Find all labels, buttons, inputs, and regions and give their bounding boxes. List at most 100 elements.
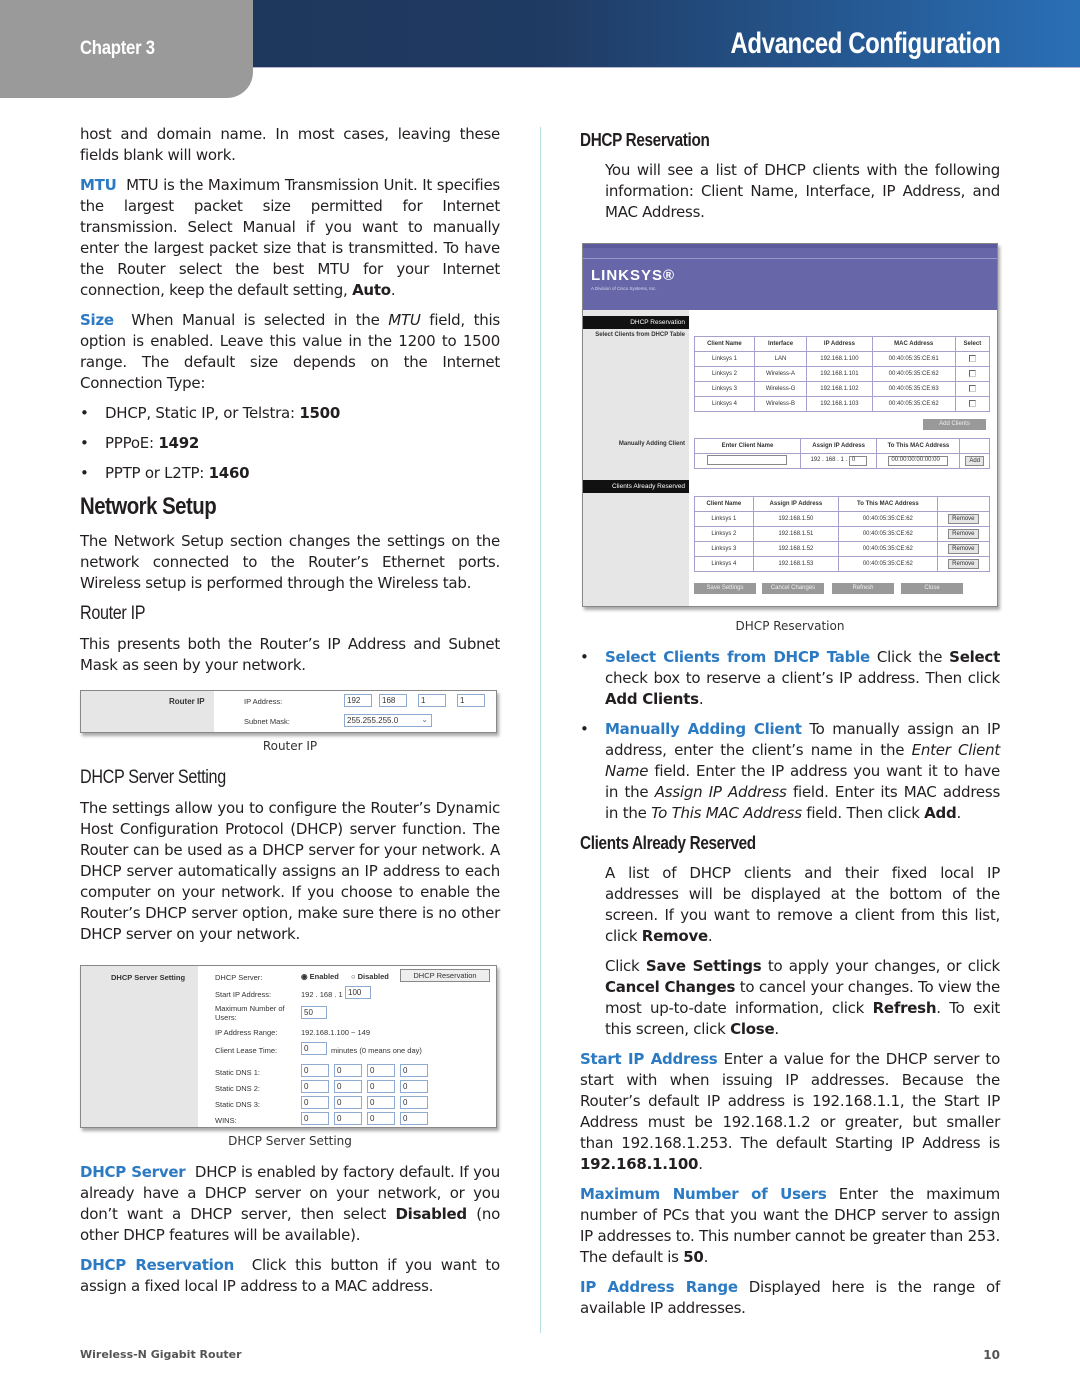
size-paragraph: Size When Manual is selected in the MTU … <box>80 311 500 392</box>
dhcp-server-setting-screenshot: DHCP Server Setting DHCP Server: ◉ Enabl… <box>80 965 497 1128</box>
list-item: DHCP, Static IP, or Telstra: 1500 <box>80 403 500 424</box>
clients-reserved-p2: Click Save Settings to apply your change… <box>605 957 1000 1038</box>
dhcp-reservation-paragraph: DHCP Reservation Click this button if yo… <box>80 1256 500 1295</box>
dns-label: WINS: <box>215 1116 237 1125</box>
enabled-radio[interactable]: ◉ Enabled <box>301 972 339 981</box>
left-column: host and domain name. In most cases, lea… <box>80 124 500 1306</box>
cancel-changes-button[interactable]: Cancel Changes <box>762 583 824 594</box>
select-checkbox[interactable] <box>968 354 976 362</box>
mtu-term: MTU <box>80 176 117 194</box>
dns-octet-input[interactable]: 0 <box>400 1080 428 1093</box>
column-header: Client Name <box>694 496 754 512</box>
max-users-label: Maximum Number of Users: <box>215 1004 285 1022</box>
select-checkbox[interactable] <box>968 384 976 392</box>
lease-time-unit: minutes (0 means one day) <box>331 1046 422 1055</box>
dns-octet-input[interactable]: 0 <box>334 1096 362 1109</box>
dns-label: Static DNS 1: <box>215 1068 261 1077</box>
start-ip-term: Start IP Address <box>580 1050 718 1068</box>
remove-button[interactable]: Remove <box>948 514 979 524</box>
dns-octet-input[interactable]: 0 <box>367 1064 395 1077</box>
right-column: DHCP Reservation You will see a list of … <box>580 124 1000 1328</box>
dns-octet-input[interactable]: 0 <box>301 1064 329 1077</box>
dns-octet-input[interactable]: 0 <box>301 1080 329 1093</box>
table-row: Linksys 2 192.168.1.51 00:40:05:35:CE:62 Re… <box>694 526 991 542</box>
table-cell: 192.168.1.52 <box>752 541 840 557</box>
ip-octet-1[interactable]: 192 <box>344 694 372 707</box>
ip-octet-3[interactable]: 1 <box>418 694 446 707</box>
table-cell: Linksys 4 <box>694 396 755 412</box>
add-button[interactable]: Add <box>965 456 985 466</box>
remove-button[interactable]: Remove <box>948 529 979 539</box>
dns-octet-input[interactable]: 0 <box>301 1096 329 1109</box>
linksys-banner: LINKSYS® A Division of Cisco Systems, In… <box>583 244 997 310</box>
table-cell: Linksys 2 <box>694 366 755 382</box>
network-setup-heading: Network Setup <box>80 493 217 520</box>
table-cell: Linksys 2 <box>694 526 754 542</box>
disabled-radio[interactable]: ○ Disabled <box>351 972 389 981</box>
table-cell: Linksys 3 <box>694 381 755 397</box>
select-checkbox[interactable] <box>968 369 976 377</box>
lease-time-input[interactable]: 0 <box>301 1042 327 1055</box>
ip-octet-4[interactable]: 1 <box>457 694 485 707</box>
subnet-mask-select[interactable]: 255.255.255.0 ⌄ <box>344 714 432 727</box>
mac-address-input[interactable]: 00:00:00:00:00:00 <box>888 456 949 466</box>
chapter-tab: Chapter 3 <box>0 0 253 98</box>
table-cell: Linksys 3 <box>694 541 754 557</box>
table-cell: Linksys 1 <box>694 351 755 367</box>
header-underline <box>250 67 1080 68</box>
dhcp-server-term: DHCP Server <box>80 1163 186 1181</box>
dns-octet-input[interactable]: 0 <box>400 1112 428 1125</box>
table-row: Linksys 1 LAN 192.168.1.100 00:40:05:35:CE:… <box>694 351 991 367</box>
start-ip-paragraph: Start IP Address Enter a value for the D… <box>580 1050 1000 1173</box>
dns-octet-input[interactable]: 0 <box>400 1096 428 1109</box>
list-item: Manually Adding Client To manually assig… <box>580 719 1000 824</box>
column-header: Client Name <box>694 336 755 352</box>
start-ip-label: Start IP Address: <box>215 990 272 999</box>
linksys-logo-subtitle: A Division of Cisco Systems, Inc. <box>591 286 657 291</box>
list-item: PPPoE: 1492 <box>80 433 500 454</box>
remove-button[interactable]: Remove <box>948 544 979 554</box>
ip-octet-2[interactable]: 168 <box>379 694 407 707</box>
size-term: Size <box>80 311 114 329</box>
save-settings-button[interactable]: Save Settings <box>694 583 756 594</box>
router-ip-screenshot: Router IP IP Address: 192 168 1 1 Subnet… <box>80 690 497 733</box>
table-cell: 00:40:05:35:CE:62 <box>838 541 938 557</box>
client-name-input[interactable] <box>707 455 788 465</box>
dns-octet-input[interactable]: 0 <box>367 1096 395 1109</box>
start-ip-last-octet[interactable]: 100 <box>345 986 371 999</box>
table-cell: Wireless-A <box>753 366 808 382</box>
close-button[interactable]: Close <box>901 583 963 594</box>
table-cell: 00:40:05:35:CE:62 <box>838 511 938 527</box>
dhcp-server-label: DHCP Server: <box>215 973 263 982</box>
dns-octet-input[interactable]: 0 <box>334 1080 362 1093</box>
dhcp-clients-table: Client Name Interface IP Address MAC Addres… <box>694 336 991 412</box>
dns-octet-input[interactable]: 0 <box>400 1064 428 1077</box>
ip-range-value: 192.168.1.100 ~ 149 <box>301 1028 371 1037</box>
dns-octet-input[interactable]: 0 <box>301 1112 329 1125</box>
select-checkbox[interactable] <box>968 399 976 407</box>
column-header: MAC Address <box>871 336 956 352</box>
max-users-input[interactable]: 50 <box>301 1006 327 1019</box>
dns-octet-input[interactable]: 0 <box>334 1112 362 1125</box>
router-ip-section-label: Router IP <box>169 697 205 706</box>
dns-label: Static DNS 2: <box>215 1084 261 1093</box>
table-cell: 192.168.1.51 <box>752 526 840 542</box>
dhcp-server-setting-label: DHCP Server Setting <box>111 973 186 982</box>
dhcp-server-paragraph: DHCP Server DHCP is enabled by factory d… <box>80 1163 500 1244</box>
remove-button[interactable]: Remove <box>948 559 979 569</box>
column-divider <box>540 127 541 1333</box>
intro-paragraph: host and domain name. In most cases, lea… <box>80 125 500 164</box>
add-clients-button[interactable]: Add Clients <box>923 419 986 430</box>
dhcp-reservation-caption: DHCP Reservation <box>735 619 845 633</box>
dns-label: Static DNS 3: <box>215 1100 261 1109</box>
dns-octet-input[interactable]: 0 <box>334 1064 362 1077</box>
chapter-label: Chapter 3 <box>80 38 155 59</box>
assign-ip-last-octet[interactable]: 0 <box>848 456 867 466</box>
column-header: Enter Client Name <box>694 438 801 454</box>
refresh-button[interactable]: Refresh <box>832 583 894 594</box>
dhcp-reservation-button[interactable]: DHCP Reservation <box>400 969 490 982</box>
table-cell: 00:40:05:35:CE:62 <box>871 396 956 412</box>
router-ip-caption: Router IP <box>262 739 318 753</box>
dns-octet-input[interactable]: 0 <box>367 1112 395 1125</box>
dns-octet-input[interactable]: 0 <box>367 1080 395 1093</box>
